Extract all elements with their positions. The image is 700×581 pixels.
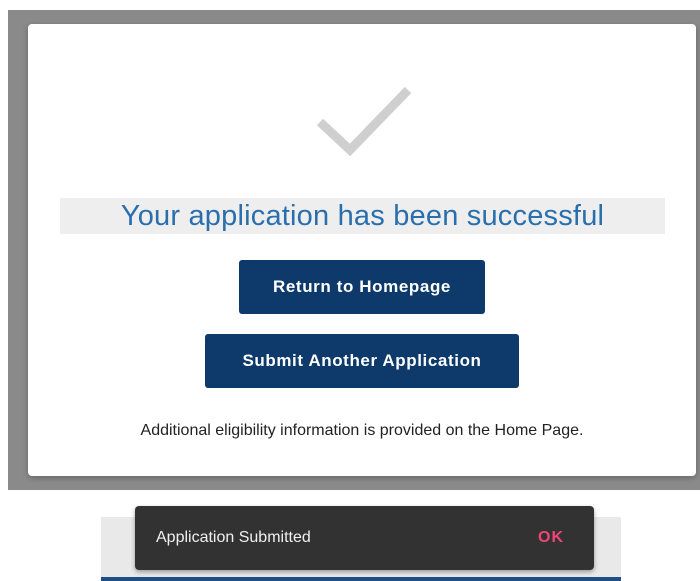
submit-another-application-button[interactable]: Submit Another Application — [205, 334, 519, 388]
snackbar-ok-button[interactable]: OK — [530, 506, 572, 570]
checkmark-icon — [316, 86, 412, 157]
page-footer-line — [101, 577, 621, 581]
snackbar: Application Submitted OK — [135, 506, 594, 570]
eligibility-info-text: Additional eligibility information is pr… — [140, 422, 584, 439]
page: Your application has been successful Ret… — [0, 0, 700, 581]
success-dialog: Your application has been successful Ret… — [28, 24, 696, 476]
snackbar-message: Application Submitted — [156, 529, 311, 546]
success-title: Your application has been successful — [120, 200, 605, 232]
return-to-homepage-button[interactable]: Return to Homepage — [239, 260, 485, 314]
